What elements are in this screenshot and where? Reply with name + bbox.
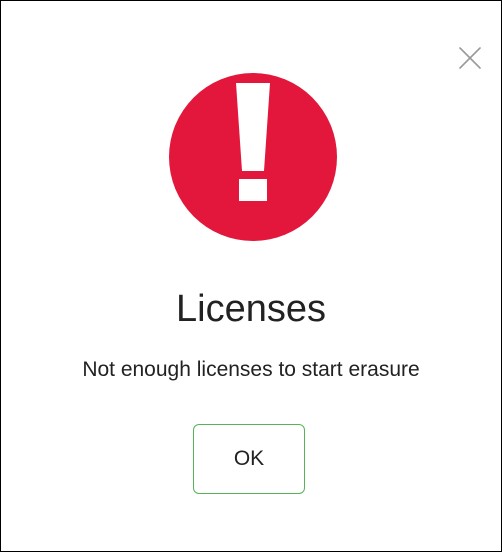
ok-button[interactable]: OK [193, 424, 305, 494]
dialog-title: Licenses [176, 288, 326, 330]
close-icon [459, 47, 481, 69]
dialog-message: Not enough licenses to start erasure [82, 358, 420, 381]
exclamation-circle-icon [169, 73, 337, 241]
license-alert-dialog: Licenses Not enough licenses to start er… [0, 0, 502, 552]
close-button[interactable] [457, 45, 483, 71]
